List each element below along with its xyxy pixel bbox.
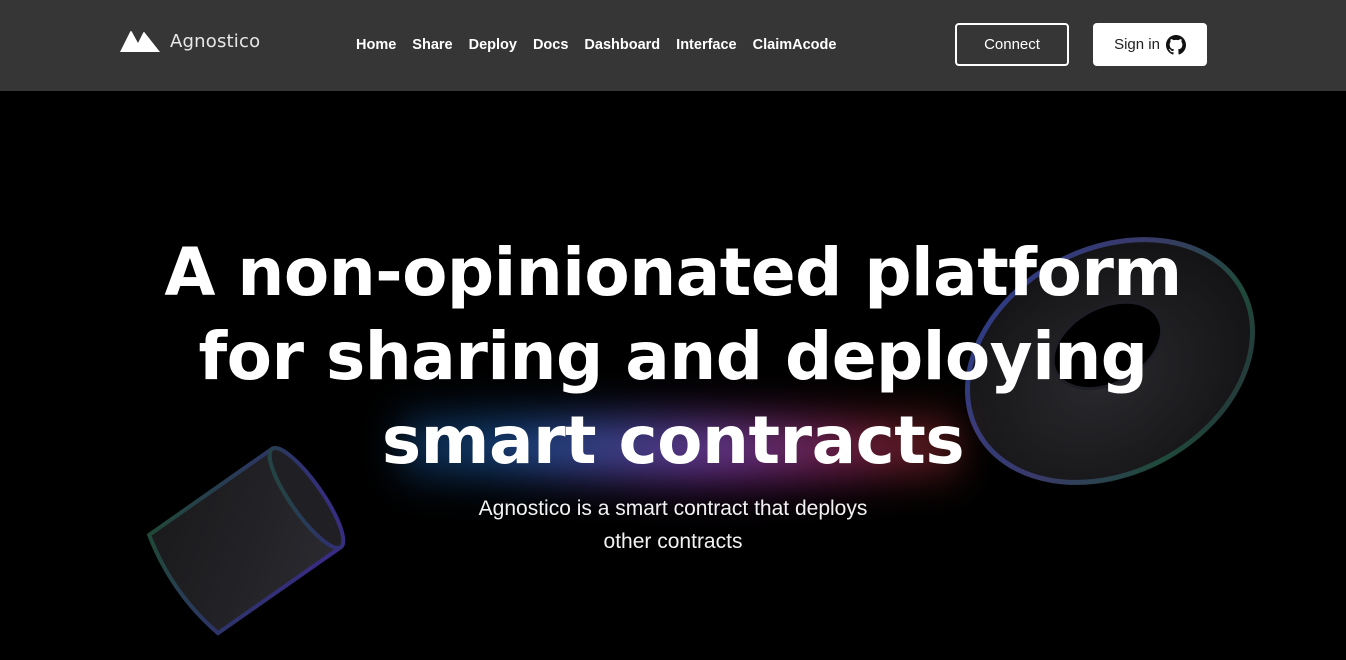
github-icon bbox=[1165, 34, 1186, 55]
headline-line-2: for sharing and deploying bbox=[198, 318, 1148, 395]
subtitle-line-2: other contracts bbox=[603, 530, 743, 553]
nav-home[interactable]: Home bbox=[356, 35, 396, 55]
brand-name: Agnostico bbox=[170, 30, 261, 52]
nav-deploy[interactable]: Deploy bbox=[469, 35, 517, 55]
connect-button[interactable]: Connect bbox=[955, 23, 1069, 66]
subtitle-line-1: Agnostico is a smart contract that deplo… bbox=[478, 497, 868, 520]
nav-interface[interactable]: Interface bbox=[676, 35, 736, 55]
nav-dashboard[interactable]: Dashboard bbox=[584, 35, 660, 55]
hero-headline: A non-opinionated platform for sharing a… bbox=[0, 231, 1346, 483]
mountain-logo-icon bbox=[120, 31, 160, 52]
nav-share[interactable]: Share bbox=[412, 35, 452, 55]
sign-in-button-label: Sign in bbox=[1114, 36, 1160, 53]
nav-claimacode[interactable]: ClaimAcode bbox=[753, 35, 837, 55]
headline-line-1: A non-opinionated platform bbox=[164, 234, 1182, 311]
connect-button-label: Connect bbox=[984, 36, 1040, 53]
navbar: Agnostico Home Share Deploy Docs Dashboa… bbox=[0, 0, 1346, 91]
headline-line-3: smart contracts bbox=[381, 402, 965, 479]
main-nav: Home Share Deploy Docs Dashboard Interfa… bbox=[356, 35, 852, 55]
sign-in-button[interactable]: Sign in bbox=[1093, 23, 1207, 66]
brand-logo[interactable]: Agnostico bbox=[119, 28, 260, 54]
nav-docs[interactable]: Docs bbox=[533, 35, 568, 55]
hero-subtitle: Agnostico is a smart contract that deplo… bbox=[0, 492, 1346, 558]
hero-section: A non-opinionated platform for sharing a… bbox=[0, 91, 1346, 660]
